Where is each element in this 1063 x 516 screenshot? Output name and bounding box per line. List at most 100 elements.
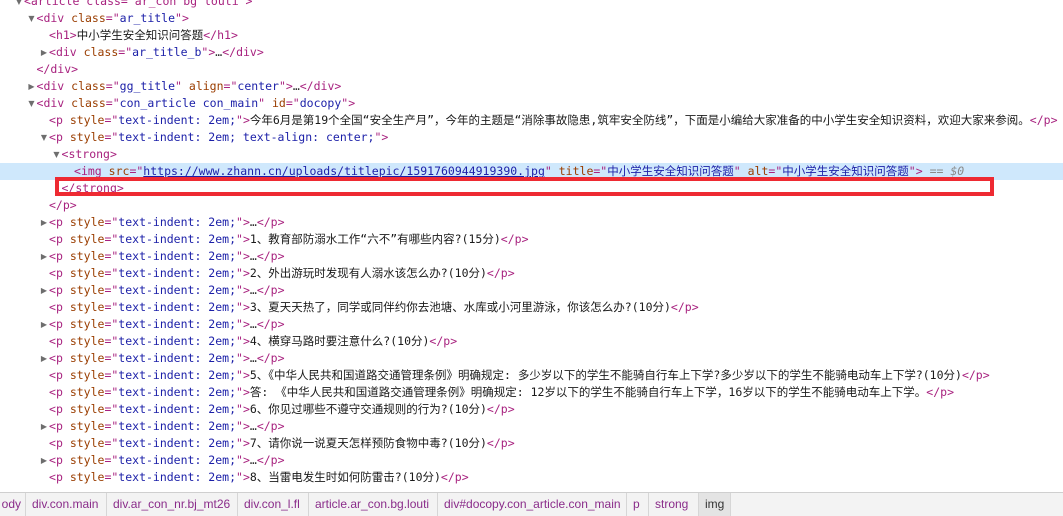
- attribute-value[interactable]: text-indent: 2em;: [118, 368, 236, 382]
- attribute-value[interactable]: gg_title: [120, 79, 175, 93]
- attribute-name[interactable]: style: [70, 215, 105, 229]
- attribute-value[interactable]: center: [237, 79, 279, 93]
- dom-node-line[interactable]: ▼ <strong>: [0, 146, 1063, 163]
- attribute-value[interactable]: text-indent: 2em;: [118, 283, 236, 297]
- attribute-name[interactable]: style: [70, 283, 105, 297]
- dom-node-line[interactable]: ▶ <p style="text-indent: 2em;">…</p>: [0, 248, 1063, 265]
- breadcrumb-item[interactable]: p: [627, 493, 649, 516]
- dom-node-line[interactable]: </div>: [0, 61, 1063, 78]
- dom-node-line[interactable]: ▶ <p style="text-indent: 2em;">…</p>: [0, 316, 1063, 333]
- expand-arrow-icon[interactable]: ▶: [39, 418, 49, 435]
- dom-node-line[interactable]: <h1>中小学生安全知识问答题</h1>: [0, 27, 1063, 44]
- attribute-value[interactable]: text-indent: 2em;: [118, 300, 236, 314]
- breadcrumb-item[interactable]: div.con.main: [26, 493, 107, 516]
- collapse-arrow-icon[interactable]: ▼: [27, 10, 37, 27]
- attribute-value[interactable]: text-indent: 2em;: [118, 419, 236, 433]
- dom-node-line[interactable]: <img src="https://www.zhann.cn/uploads/t…: [0, 163, 1063, 180]
- attribute-name[interactable]: style: [70, 436, 105, 450]
- dom-node-line[interactable]: ▼ <article class="ar_con bg louti">: [0, 0, 1063, 10]
- attribute-value[interactable]: text-indent: 2em;: [118, 334, 236, 348]
- attribute-value[interactable]: docopy: [300, 96, 342, 110]
- dom-node-line[interactable]: <p style="text-indent: 2em;">6、你见过哪些不遵守交…: [0, 401, 1063, 418]
- breadcrumb-item[interactable]: div.ar_con_nr.bj_mt26: [107, 493, 238, 516]
- breadcrumb-item[interactable]: img: [699, 493, 731, 516]
- attribute-value[interactable]: text-indent: 2em;: [118, 266, 236, 280]
- attribute-value[interactable]: text-indent: 2em; text-align: center;: [118, 130, 374, 144]
- dom-node-line[interactable]: <p style="text-indent: 2em;">3、夏天天热了，同学或…: [0, 299, 1063, 316]
- attribute-value[interactable]: text-indent: 2em;: [118, 402, 236, 416]
- dom-node-line[interactable]: ▶ <div class="gg_title" align="center">…<…: [0, 78, 1063, 95]
- attribute-name[interactable]: style: [70, 470, 105, 484]
- attribute-value[interactable]: 中小学生安全知识问答题: [607, 164, 734, 178]
- attribute-name[interactable]: id: [272, 96, 286, 110]
- attribute-name[interactable]: style: [70, 453, 105, 467]
- collapse-arrow-icon[interactable]: ▼: [27, 95, 37, 112]
- attribute-value[interactable]: text-indent: 2em;: [118, 351, 236, 365]
- dom-node-line[interactable]: ▼ <p style="text-indent: 2em; text-align:…: [0, 129, 1063, 146]
- collapse-arrow-icon[interactable]: ▼: [52, 146, 62, 163]
- collapse-arrow-icon[interactable]: ▼: [39, 129, 49, 146]
- image-src-link[interactable]: https://www.zhann.cn/uploads/titlepic/15…: [143, 164, 545, 178]
- dom-node-line[interactable]: <p style="text-indent: 2em;">今年6月是第19个全国…: [0, 112, 1063, 129]
- attribute-name[interactable]: style: [70, 419, 105, 433]
- attribute-name[interactable]: style: [70, 317, 105, 331]
- attribute-name[interactable]: style: [70, 385, 105, 399]
- attribute-name[interactable]: style: [70, 368, 105, 382]
- attribute-value[interactable]: ar_title_b: [132, 45, 201, 59]
- dom-node-line[interactable]: <p style="text-indent: 2em;">5、《中华人民共和国道…: [0, 367, 1063, 384]
- dom-node-line[interactable]: <p style="text-indent: 2em;">1、教育部防溺水工作“…: [0, 231, 1063, 248]
- attribute-value[interactable]: text-indent: 2em;: [118, 436, 236, 450]
- dom-node-line[interactable]: <p style="text-indent: 2em;">2、外出游玩时发现有人…: [0, 265, 1063, 282]
- dom-node-line[interactable]: ▶ <p style="text-indent: 2em;">…</p>: [0, 452, 1063, 469]
- attribute-value[interactable]: text-indent: 2em;: [118, 453, 236, 467]
- expand-arrow-icon[interactable]: ▶: [39, 350, 49, 367]
- attribute-name[interactable]: style: [70, 334, 105, 348]
- attribute-value[interactable]: con_article con_main: [120, 96, 258, 110]
- attribute-value[interactable]: text-indent: 2em;: [118, 232, 236, 246]
- elements-tree[interactable]: ▼ <article class="ar_con bg louti"> ▼ <div …: [0, 0, 1063, 492]
- attribute-name[interactable]: class: [71, 11, 106, 25]
- dom-node-line[interactable]: ▼ <div class="con_article con_main" id="d…: [0, 95, 1063, 112]
- attribute-name[interactable]: style: [70, 249, 105, 263]
- attribute-name[interactable]: alt: [748, 164, 769, 178]
- dom-node-line[interactable]: ▶ <div class="ar_title_b">…</div>: [0, 44, 1063, 61]
- expand-arrow-icon[interactable]: ▶: [39, 452, 49, 469]
- attribute-name[interactable]: class: [84, 45, 119, 59]
- attribute-value[interactable]: text-indent: 2em;: [118, 249, 236, 263]
- dom-node-line[interactable]: <p style="text-indent: 2em;">答: 《中华人民共和国…: [0, 384, 1063, 401]
- dom-node-line[interactable]: ▶ <p style="text-indent: 2em;">…</p>: [0, 214, 1063, 231]
- attribute-name[interactable]: src: [109, 164, 130, 178]
- attribute-value[interactable]: text-indent: 2em;: [118, 385, 236, 399]
- breadcrumb-item[interactable]: strong: [649, 493, 699, 516]
- dom-node-line[interactable]: </p>: [0, 197, 1063, 214]
- attribute-value[interactable]: ar_title: [120, 11, 175, 25]
- breadcrumb-item[interactable]: div.con_l.fl: [238, 493, 309, 516]
- dom-node-line[interactable]: <p style="text-indent: 2em;">4、横穿马路时要注意什…: [0, 333, 1063, 350]
- attribute-name[interactable]: style: [70, 266, 105, 280]
- attribute-value[interactable]: text-indent: 2em;: [118, 113, 236, 127]
- attribute-name[interactable]: class: [71, 79, 106, 93]
- collapse-arrow-icon[interactable]: ▼: [14, 0, 24, 10]
- expand-arrow-icon[interactable]: ▶: [39, 248, 49, 265]
- breadcrumb-item[interactable]: article.ar_con.bg.louti: [309, 493, 438, 516]
- attribute-name[interactable]: align: [189, 79, 224, 93]
- dom-node-line[interactable]: ▶ <p style="text-indent: 2em;">…</p>: [0, 418, 1063, 435]
- expand-arrow-icon[interactable]: ▶: [39, 282, 49, 299]
- attribute-value[interactable]: text-indent: 2em;: [118, 215, 236, 229]
- expand-arrow-icon[interactable]: ▶: [27, 78, 37, 95]
- attribute-value[interactable]: text-indent: 2em;: [118, 317, 236, 331]
- breadcrumb-item[interactable]: ody: [0, 493, 26, 516]
- expand-arrow-icon[interactable]: ▶: [39, 214, 49, 231]
- attribute-name[interactable]: style: [70, 113, 105, 127]
- dom-node-line[interactable]: <p style="text-indent: 2em;">7、请你说一说夏天怎样…: [0, 435, 1063, 452]
- attribute-name[interactable]: class: [71, 96, 106, 110]
- attribute-name[interactable]: style: [70, 402, 105, 416]
- expand-arrow-icon[interactable]: ▶: [39, 316, 49, 333]
- attribute-value[interactable]: text-indent: 2em;: [118, 470, 236, 484]
- attribute-name[interactable]: style: [70, 130, 105, 144]
- dom-node-line[interactable]: ▶ <p style="text-indent: 2em;">…</p>: [0, 350, 1063, 367]
- dom-node-line[interactable]: ▼ <div class="ar_title">: [0, 10, 1063, 27]
- dom-node-line[interactable]: <p style="text-indent: 2em;">8、当雷电发生时如何防…: [0, 469, 1063, 486]
- dom-node-line[interactable]: ▶ <p style="text-indent: 2em;">…</p>: [0, 282, 1063, 299]
- attribute-name[interactable]: style: [70, 232, 105, 246]
